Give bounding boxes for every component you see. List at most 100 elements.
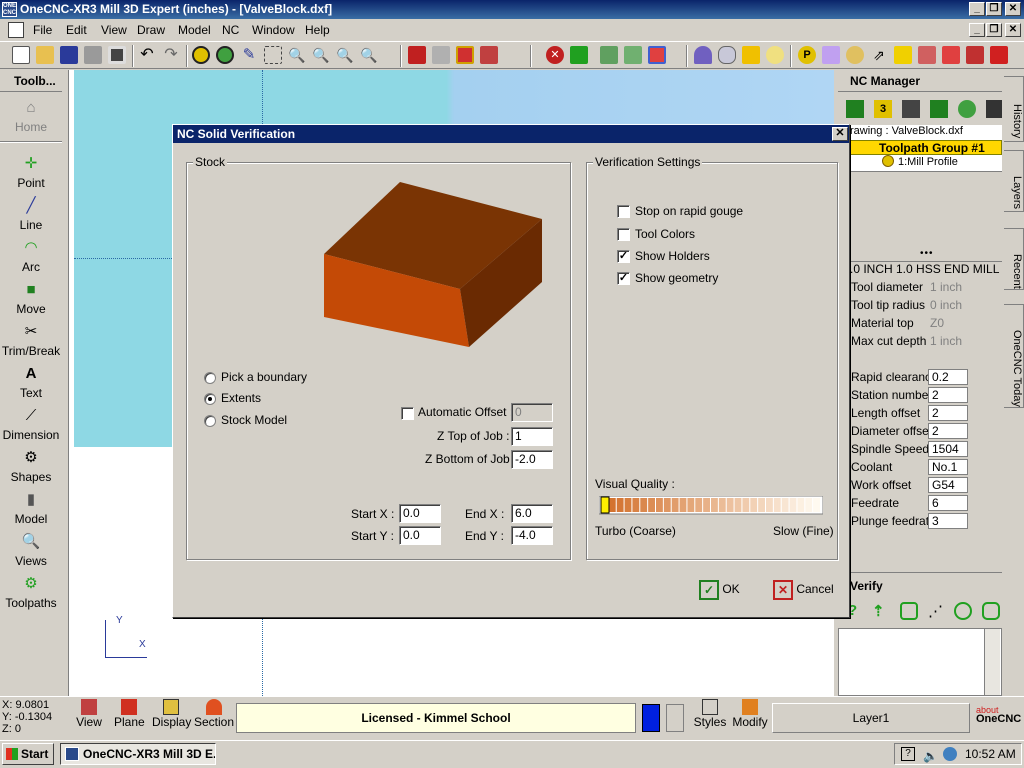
nc-new-icon[interactable]	[846, 100, 864, 118]
tab-history[interactable]: History	[1004, 76, 1024, 142]
tool-trim-break[interactable]: ✂ Trim/Break	[0, 322, 62, 358]
new-file-icon[interactable]	[12, 46, 30, 64]
box-icon[interactable]	[742, 46, 760, 64]
section-button[interactable]: Section	[194, 699, 234, 729]
maximize-button[interactable]: ❐	[986, 2, 1002, 16]
pencil-icon[interactable]: ✎	[240, 46, 258, 64]
stop-on-rapid-gouge-checkbox[interactable]	[617, 205, 630, 218]
save-icon[interactable]	[60, 46, 78, 64]
tool-arc[interactable]: ◠ Arc	[0, 238, 62, 274]
eraser-icon[interactable]	[432, 46, 450, 64]
nc-gear-icon[interactable]	[958, 100, 976, 118]
tool-move[interactable]: ■ Move	[0, 280, 62, 316]
print-preview-icon[interactable]	[108, 46, 126, 64]
tool-colors-checkbox[interactable]	[617, 228, 630, 241]
radio-stock-model[interactable]	[204, 415, 216, 427]
minimize-button[interactable]: _	[969, 2, 985, 16]
station-number-field[interactable]: 2	[928, 387, 968, 403]
taskbar-onecnc-item[interactable]: OneCNC-XR3 Mill 3D E...	[60, 743, 216, 765]
verify-path-icon[interactable]: ⋰	[928, 602, 948, 622]
network-tray-icon[interactable]	[943, 747, 957, 761]
layers-grid-icon[interactable]	[456, 46, 474, 64]
nc-3d-icon[interactable]: 3	[874, 100, 892, 118]
zoom-in-icon[interactable]: 🔍	[288, 46, 306, 64]
green-box-icon[interactable]	[570, 46, 588, 64]
verify-stock-icon[interactable]	[982, 602, 1000, 620]
tool-home[interactable]: ⌂ Home	[0, 98, 62, 134]
mill-profile-item[interactable]: 1:Mill Profile	[898, 156, 958, 168]
tool-views[interactable]: 🔍 Views	[0, 532, 62, 568]
p-icon[interactable]: P	[798, 46, 816, 64]
cone-icon[interactable]	[694, 46, 712, 64]
nc-list-icon[interactable]	[902, 100, 920, 118]
redraw-icon[interactable]	[216, 46, 234, 64]
work-offset-field[interactable]: G54	[928, 477, 968, 493]
menu-model[interactable]: Model	[178, 23, 211, 37]
doc-close-button[interactable]: ✕	[1005, 23, 1021, 37]
zoom-extents-icon[interactable]: 🔍	[336, 46, 354, 64]
cylinder-icon[interactable]	[718, 46, 736, 64]
regen-icon[interactable]	[192, 46, 210, 64]
display-button[interactable]: Display	[152, 699, 191, 729]
house-red-icon[interactable]	[966, 46, 984, 64]
verify-radiation-icon[interactable]	[954, 602, 972, 620]
redo-icon[interactable]: ↷	[162, 46, 180, 64]
app-logo-icon[interactable]: ONE CNC	[2, 2, 17, 17]
flat-icon[interactable]	[894, 46, 912, 64]
ok-button[interactable]: ✓ OK	[699, 579, 740, 600]
coolant-field[interactable]: No.1	[928, 459, 968, 475]
radio-pick-boundary[interactable]	[204, 372, 216, 384]
menu-draw[interactable]: Draw	[137, 23, 165, 37]
doc-restore-button[interactable]: ❐	[986, 23, 1002, 37]
show-geometry-checkbox[interactable]: ✓	[617, 272, 630, 285]
plane-button[interactable]: Plane	[114, 699, 145, 729]
modify-button[interactable]: Modify	[730, 699, 770, 729]
tool-dimension[interactable]: ⟋ Dimension	[0, 406, 62, 442]
styles-button[interactable]: Styles	[692, 699, 728, 729]
doc-minimize-button[interactable]: _	[969, 23, 985, 37]
menu-view[interactable]: View	[101, 23, 127, 37]
radio-extents[interactable]	[204, 393, 216, 405]
tool-toolpaths[interactable]: ⚙ Toolpaths	[0, 574, 62, 610]
visual-quality-slider[interactable]	[599, 496, 823, 518]
shape-icon[interactable]	[942, 46, 960, 64]
verify-run-icon[interactable]: ?	[848, 602, 868, 622]
tool-text[interactable]: A Text	[0, 364, 62, 400]
pattern-icon[interactable]	[624, 46, 642, 64]
tool-model[interactable]: ▮ Model	[0, 490, 62, 526]
automatic-offset-checkbox[interactable]	[401, 407, 414, 420]
color-swatch-gray[interactable]	[666, 704, 684, 732]
color-swatch-blue[interactable]	[642, 704, 660, 732]
tab-layers[interactable]: Layers	[1004, 150, 1024, 212]
plunge-feedrate-field[interactable]: 3	[928, 513, 968, 529]
undo-icon[interactable]: ↶	[138, 46, 156, 64]
automatic-offset-input[interactable]: 0	[511, 403, 553, 422]
toolpath-group[interactable]: Toolpath Group #1	[850, 140, 1002, 155]
end-y-input[interactable]: -4.0	[511, 526, 553, 545]
about-onecnc-button[interactable]: about OneCNC	[976, 706, 1022, 725]
document-icon[interactable]	[8, 22, 24, 38]
cancel-button[interactable]: ✕ Cancel	[773, 579, 834, 600]
show-holders-checkbox[interactable]: ✓	[617, 250, 630, 263]
tool-line[interactable]: ╱ Line	[0, 196, 62, 232]
print-icon[interactable]	[84, 46, 102, 64]
close-button[interactable]: ✕	[1005, 2, 1021, 16]
z-top-input[interactable]: 1	[511, 427, 553, 446]
z-bottom-input[interactable]: -2.0	[511, 450, 553, 469]
copy-icon[interactable]	[648, 46, 666, 64]
menu-window[interactable]: Window	[252, 23, 295, 37]
diameter-offset-field[interactable]: 2	[928, 423, 968, 439]
zoom-window-icon[interactable]	[264, 46, 282, 64]
menu-file[interactable]: File	[33, 23, 52, 37]
tab-recent[interactable]: Recent	[1004, 228, 1024, 290]
zoom-previous-icon[interactable]: 🔍	[360, 46, 378, 64]
rapid-clearance-field[interactable]: 0.2	[928, 369, 968, 385]
tab-onecnc-today[interactable]: OneCNC Today	[1004, 304, 1024, 408]
spindle-speed-field[interactable]: 1504	[928, 441, 968, 457]
feedrate-field[interactable]: 6	[928, 495, 968, 511]
chart-icon[interactable]	[600, 46, 618, 64]
menu-help[interactable]: Help	[305, 23, 330, 37]
verify-list[interactable]	[838, 628, 1002, 696]
tool-icon[interactable]	[990, 46, 1008, 64]
nc-export-icon[interactable]	[930, 100, 948, 118]
